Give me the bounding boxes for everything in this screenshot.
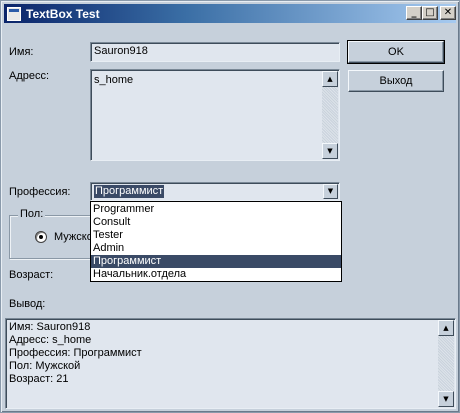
output-text: Имя: Sauron918 Адресс: s_home Профессия: П… (9, 321, 452, 386)
app-icon (7, 6, 21, 21)
name-input[interactable]: Sauron918 (90, 42, 340, 62)
address-scrollbar[interactable]: ▲ ▼ (322, 71, 338, 159)
main-window: TextBox Test _ □ ✕ Имя: Sauron918 OK Вых… (0, 0, 460, 413)
close-button[interactable]: ✕ (440, 6, 456, 20)
address-label: Адресс: (9, 70, 50, 82)
window-title: TextBox Test (26, 6, 100, 21)
gender-group-title: Пол: (18, 208, 46, 220)
ok-button[interactable]: OK (347, 40, 445, 64)
address-textarea[interactable]: s_home ▲ ▼ (90, 69, 340, 161)
exit-button[interactable]: Выход (348, 70, 444, 92)
dropdown-option[interactable]: Программист (91, 255, 341, 268)
scroll-down-arrow-icon[interactable]: ▼ (322, 143, 338, 159)
dropdown-option[interactable]: Programmer (91, 203, 341, 216)
scroll-up-arrow-icon[interactable]: ▲ (322, 71, 338, 87)
output-line: Пол: Мужской (9, 360, 81, 372)
output-line: Имя: Sauron918 (9, 321, 91, 333)
minimize-button[interactable]: _ (406, 6, 422, 20)
output-label: Вывод: (9, 298, 46, 310)
male-radio-label: Мужско (54, 231, 93, 243)
dropdown-option[interactable]: Consult (91, 216, 341, 229)
address-text: s_home (94, 74, 134, 86)
output-textarea[interactable]: Имя: Sauron918 Адресс: s_home Профессия: П… (5, 318, 456, 409)
chevron-down-icon[interactable]: ▼ (323, 184, 338, 199)
maximize-button[interactable]: □ (422, 6, 438, 20)
scroll-up-arrow-icon[interactable]: ▲ (438, 320, 454, 336)
title-bar[interactable]: TextBox Test _ □ ✕ (4, 4, 456, 23)
profession-combobox[interactable]: Программист ▼ (90, 182, 340, 201)
scroll-down-arrow-icon[interactable]: ▼ (438, 391, 454, 407)
dropdown-option[interactable]: Начальник.отдела (91, 268, 341, 281)
male-radio-button[interactable] (35, 231, 47, 243)
profession-label: Профессия: (9, 186, 71, 198)
name-label: Имя: (9, 46, 34, 58)
output-line: Возраст: 21 (9, 373, 69, 385)
output-line: Адресс: s_home (9, 334, 92, 346)
output-line: Профессия: Программист (9, 347, 142, 359)
profession-dropdown-list[interactable]: Programmer Consult Tester Admin Программист Н… (90, 201, 342, 282)
output-scrollbar[interactable]: ▲ ▼ (438, 320, 454, 407)
dropdown-option[interactable]: Tester (91, 229, 341, 242)
dropdown-option[interactable]: Admin (91, 242, 341, 255)
profession-selected-value: Программист (94, 185, 165, 198)
age-label: Возраст: (9, 269, 54, 281)
